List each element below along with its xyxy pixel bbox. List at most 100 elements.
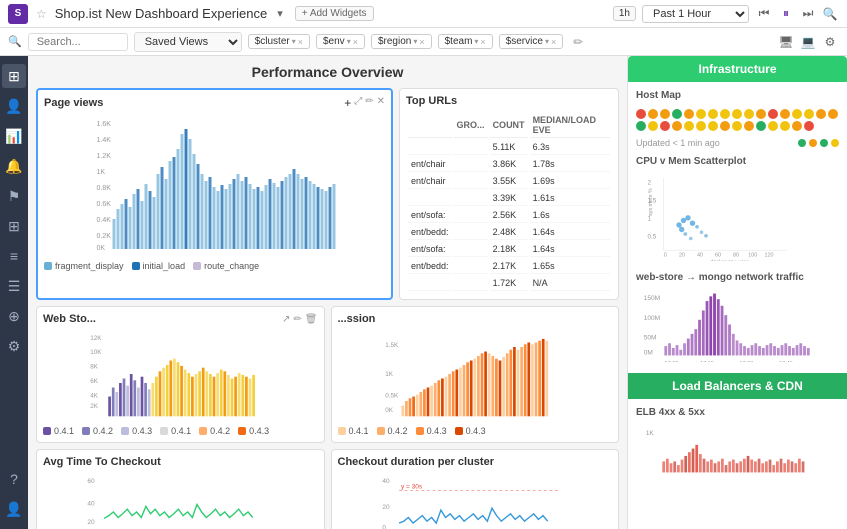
edit-filters-icon[interactable]: ✏ — [573, 35, 583, 49]
svg-text:2K: 2K — [90, 403, 99, 410]
host-dot[interactable] — [804, 121, 814, 131]
host-map-title: Host Map — [636, 90, 839, 101]
sidebar-item-grid[interactable]: ⊞ — [2, 214, 26, 238]
host-dot[interactable] — [696, 121, 706, 131]
svg-text:0.5: 0.5 — [648, 234, 657, 241]
host-dot[interactable] — [720, 121, 730, 131]
infra-panel-content: Infrastructure Host Map — [628, 56, 847, 496]
updated-text: Updated < 1 min ago — [636, 138, 720, 148]
sidebar-item-alert[interactable]: 🔔 — [2, 154, 26, 178]
filter-env[interactable]: $env ▾ × — [316, 34, 365, 49]
host-dot[interactable] — [780, 109, 790, 119]
filter-cluster-x[interactable]: × — [298, 37, 303, 47]
page-views-expand-icon[interactable]: ⤢ — [354, 96, 362, 110]
host-dot[interactable] — [636, 121, 646, 131]
middle-charts-row: Web Sto... ↗ ✏ 🗑 12K 10K 8K 6K — [36, 306, 619, 443]
saved-views-select[interactable]: Saved Views — [134, 32, 242, 52]
pause-icon[interactable]: ⏸ — [777, 5, 795, 23]
web-store-action-del[interactable]: 🗑 — [305, 314, 318, 325]
page-views-close-icon[interactable]: ✕ — [377, 96, 385, 110]
host-dot[interactable] — [672, 121, 682, 131]
search-bar-right-icons: 🖥 💻 ⚙ — [777, 33, 839, 51]
conversion-legend: 0.4.1 0.4.2 0.4.3 0.4.3 — [338, 426, 613, 436]
sidebar-item-home[interactable]: ⊞ — [2, 64, 26, 88]
host-dot[interactable] — [744, 109, 754, 119]
legend-conv-1: 0.4.1 — [338, 426, 369, 436]
top-bar-right: 1h Past 1 Hour ⏮ ⏸ ⏭ 🔍 — [613, 5, 839, 23]
time-1h-button[interactable]: 1h — [613, 6, 636, 21]
filter-region[interactable]: $region ▾ × — [371, 34, 432, 49]
rewind-icon[interactable]: ⏮ — [755, 5, 773, 23]
host-dot[interactable] — [768, 121, 778, 131]
host-dot[interactable] — [648, 121, 658, 131]
host-dot[interactable] — [732, 109, 742, 119]
host-dot[interactable] — [780, 121, 790, 131]
filter-region-x[interactable]: × — [419, 37, 424, 47]
gear-icon[interactable]: ⚙ — [821, 33, 839, 51]
legend-ws-5: 0.4.2 — [199, 426, 230, 436]
top-bar: S ☆ Shop.ist New Dashboard Experience ▾ … — [0, 0, 847, 28]
forward-icon[interactable]: ⏭ — [799, 5, 817, 23]
sidebar-item-tag[interactable]: ⊕ — [2, 304, 26, 328]
sidebar-item-user-bottom[interactable]: 👤 — [2, 497, 26, 521]
host-dot[interactable] — [672, 109, 682, 119]
filter-service-caret: ▾ — [545, 37, 549, 46]
page-views-chart: 1.6K 1.4K 1.2K 1K 0.8K 0.6K 0.4K 0.2K 0K — [44, 114, 385, 254]
host-dot[interactable] — [684, 121, 694, 131]
host-dot[interactable] — [636, 109, 646, 119]
cpu-mem-section: CPU v Mem Scatterplot 2 1.5 1 0.5 0 20 4… — [636, 156, 839, 264]
sidebar-item-layers[interactable]: ≡ — [2, 244, 26, 268]
sidebar-item-help[interactable]: ? — [2, 467, 26, 491]
favorite-icon[interactable]: ☆ — [36, 7, 47, 21]
host-dot[interactable] — [708, 121, 718, 131]
sidebar-item-flag[interactable]: ⚑ — [2, 184, 26, 208]
filter-cluster[interactable]: $cluster ▾ × — [248, 34, 310, 49]
dashboard-main: Performance Overview Page views + ⤢ ✏ ✕ — [28, 56, 627, 529]
host-dot[interactable] — [792, 109, 802, 119]
host-dot[interactable] — [768, 109, 778, 119]
host-dot[interactable] — [756, 121, 766, 131]
url-table: GRO... COUNT MEDIAN/LOAD EVE 5.11K — [406, 111, 612, 293]
sidebar-item-settings[interactable]: ⚙ — [2, 334, 26, 358]
search-icon[interactable]: 🔍 — [821, 5, 839, 23]
filter-env-x[interactable]: × — [353, 37, 358, 47]
search-input[interactable] — [28, 33, 128, 51]
svg-text:100: 100 — [748, 253, 757, 259]
host-dot[interactable] — [696, 109, 706, 119]
filter-team-x[interactable]: × — [480, 37, 485, 47]
monitor-icon[interactable]: 🖥 — [777, 33, 795, 51]
web-store-action-share[interactable]: ↗ — [282, 314, 290, 325]
sidebar-item-list[interactable]: ☰ — [2, 274, 26, 298]
host-dot[interactable] — [720, 109, 730, 119]
legend-ws-3: 0.4.3 — [121, 426, 152, 436]
page-views-edit-icon[interactable]: ✏ — [365, 96, 373, 110]
svg-text:17:45: 17:45 — [779, 361, 793, 362]
host-dot[interactable] — [744, 121, 754, 131]
desktop-icon[interactable]: 💻 — [799, 33, 817, 51]
host-dot[interactable] — [732, 121, 742, 131]
add-widgets-button[interactable]: + Add Widgets — [295, 6, 374, 21]
svg-text:2: 2 — [648, 180, 652, 187]
filter-service-x[interactable]: × — [551, 37, 556, 47]
web-store-action-edit[interactable]: ✏ — [293, 314, 301, 325]
host-dot[interactable] — [660, 121, 670, 131]
host-dot[interactable] — [804, 109, 814, 119]
title-caret-icon[interactable]: ▾ — [277, 7, 283, 20]
host-dot[interactable] — [684, 109, 694, 119]
checkout-duration-header: Checkout duration per cluster — [338, 456, 613, 468]
filter-team[interactable]: $team ▾ × — [438, 34, 493, 49]
sidebar-item-chart[interactable]: 📊 — [2, 124, 26, 148]
host-dot[interactable] — [708, 109, 718, 119]
svg-text:60: 60 — [715, 253, 721, 259]
time-range-select[interactable]: Past 1 Hour — [642, 5, 749, 23]
host-dot[interactable] — [756, 109, 766, 119]
host-dot[interactable] — [828, 109, 838, 119]
filter-service[interactable]: $service ▾ × — [499, 34, 564, 49]
sidebar-item-user[interactable]: 👤 — [2, 94, 26, 118]
host-dot[interactable] — [648, 109, 658, 119]
host-dot[interactable] — [792, 121, 802, 131]
page-views-add-icon[interactable]: + — [344, 96, 351, 110]
host-dot[interactable] — [816, 109, 826, 119]
host-dot[interactable] — [660, 109, 670, 119]
svg-text:17:15: 17:15 — [700, 361, 714, 362]
